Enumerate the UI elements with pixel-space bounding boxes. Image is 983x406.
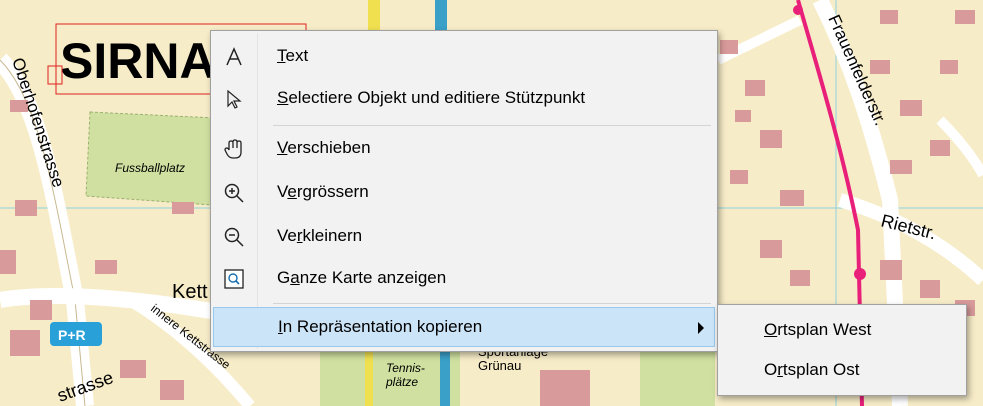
- place-label-fussballplatz: Fussballplatz: [115, 161, 185, 175]
- street-label-kett: Kett: [172, 281, 208, 303]
- context-menu: Text Selectiere Objekt und editiere Stüt…: [210, 30, 718, 352]
- menu-item-label: In Repräsentation kopieren: [278, 317, 483, 336]
- menu-item-zoom-in[interactable]: Vergrössern: [213, 173, 715, 213]
- park-ride-label: P+R: [58, 327, 86, 343]
- submenu-item-label: Ortsplan West: [764, 320, 872, 339]
- submenu-arrow-icon: [698, 322, 704, 334]
- menu-item-label: Vergrössern: [277, 182, 369, 201]
- football-field-area: [85, 111, 216, 206]
- place-label-grunau: Grünau: [478, 358, 521, 373]
- zoom-out-icon: [221, 224, 247, 250]
- menu-item-label: Text: [277, 46, 309, 65]
- menu-item-label: Selectiere Objekt und editiere Stützpunk…: [277, 88, 586, 107]
- text-cursor-icon: [221, 44, 247, 70]
- menu-item-label: Verschieben: [277, 138, 371, 157]
- menu-separator: [273, 125, 711, 126]
- menu-item-copy-representation[interactable]: In Repräsentation kopieren: [213, 307, 715, 347]
- submenu: Ortsplan West Ortsplan Ost: [717, 304, 967, 396]
- menu-item-label: Ganze Karte anzeigen: [277, 268, 447, 287]
- menu-item-full-map[interactable]: Ganze Karte anzeigen: [213, 259, 715, 299]
- place-label-tennis-2: plätze: [385, 375, 418, 389]
- zoom-in-icon: [221, 180, 247, 206]
- pointer-arrow-icon: [221, 86, 247, 112]
- menu-separator: [273, 303, 711, 304]
- submenu-item-ortsplan-west[interactable]: Ortsplan West: [720, 311, 964, 351]
- full-extent-icon: [221, 266, 247, 292]
- menu-item-text[interactable]: Text: [213, 37, 715, 77]
- menu-item-pan[interactable]: Verschieben: [213, 129, 715, 169]
- place-label-tennis-1: Tennis-: [386, 361, 425, 375]
- hand-icon: [221, 136, 247, 162]
- menu-item-zoom-out[interactable]: Verkleinern: [213, 217, 715, 257]
- menu-item-label: Verkleinern: [277, 226, 363, 245]
- place-name-label: SIRNA: [60, 33, 216, 89]
- menu-item-select-edit[interactable]: Selectiere Objekt und editiere Stützpunk…: [213, 79, 715, 119]
- submenu-item-label: Ortsplan Ost: [764, 360, 860, 379]
- submenu-item-ortsplan-ost[interactable]: Ortsplan Ost: [720, 351, 964, 391]
